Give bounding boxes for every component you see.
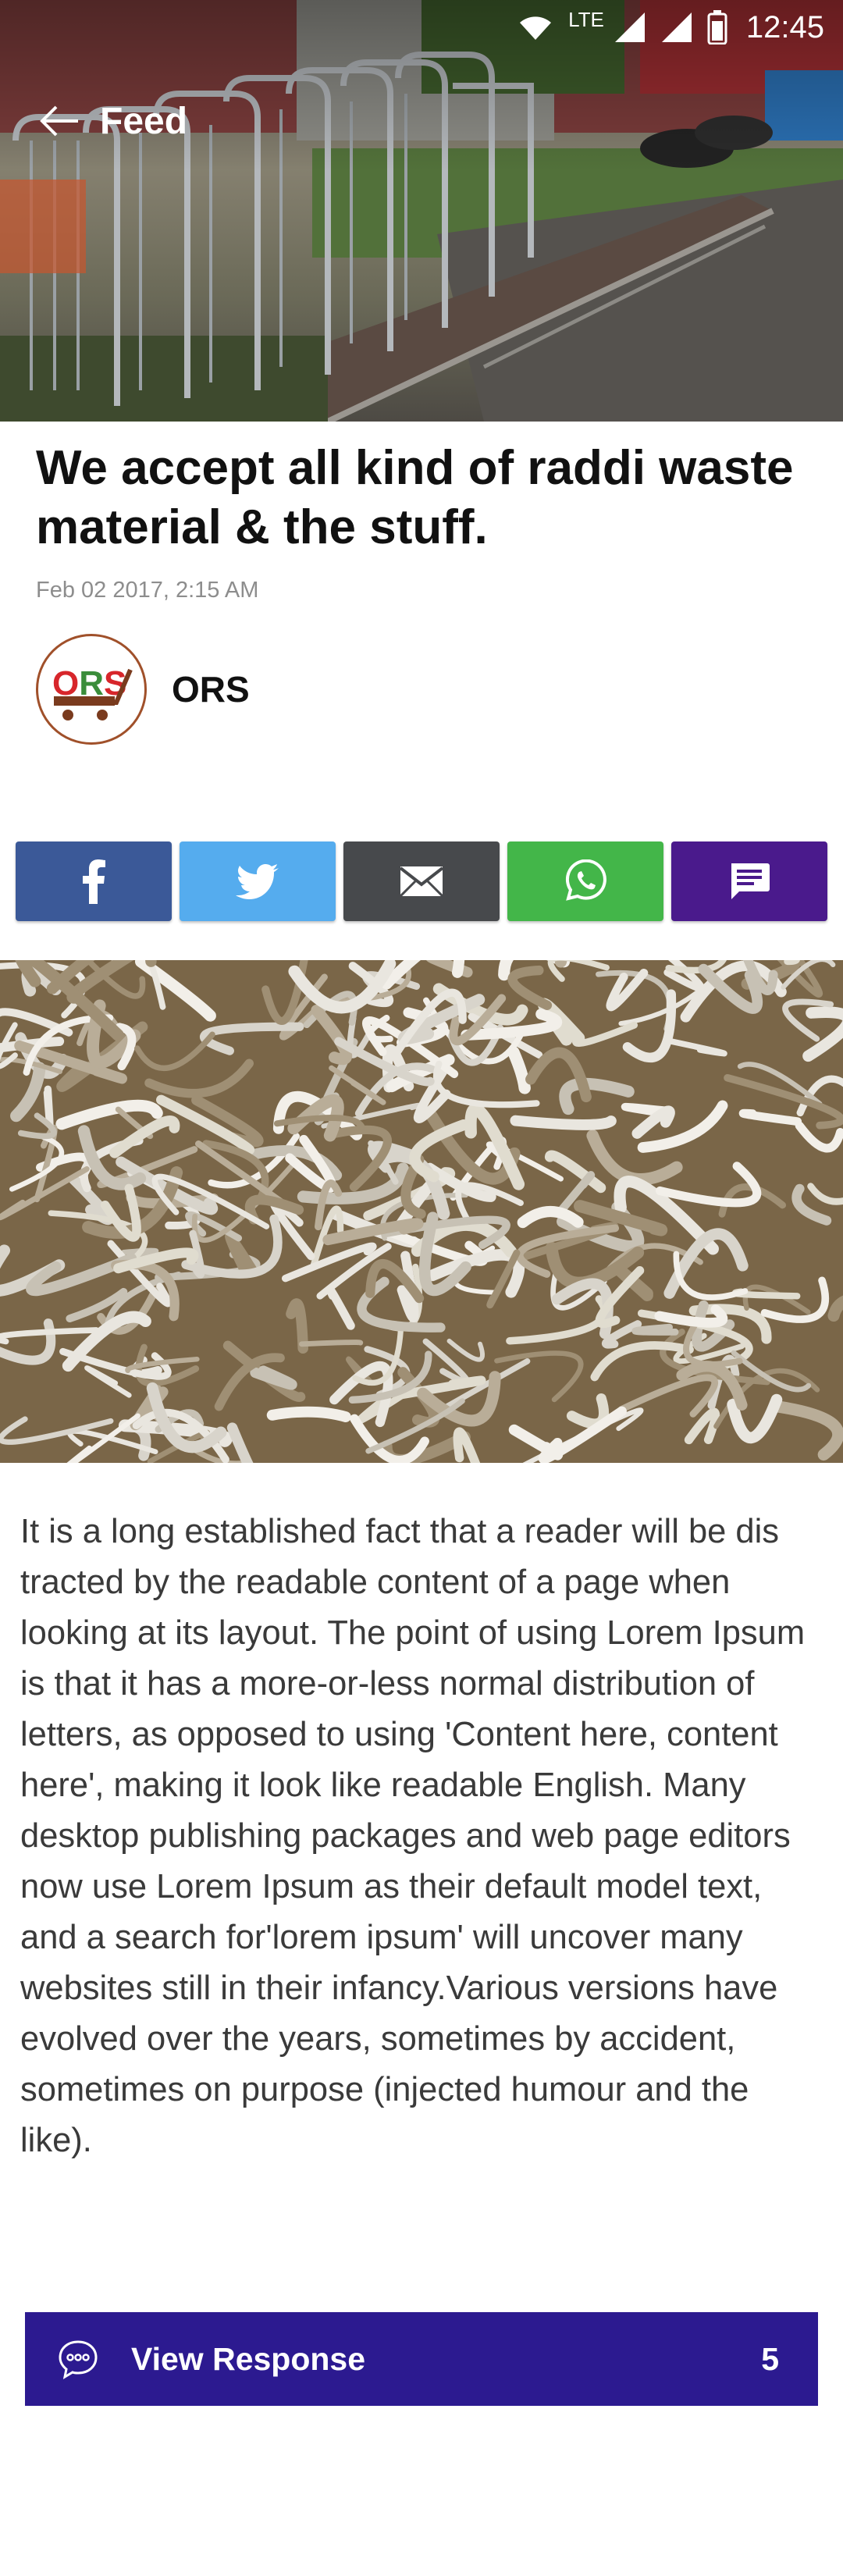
paper-shred: [510, 1115, 617, 1130]
facebook-icon: [83, 859, 105, 904]
app-bar-title: Feed: [100, 100, 188, 142]
paper-shred: [631, 1323, 679, 1336]
article-image: [0, 960, 843, 1463]
view-response-button[interactable]: View Response 5: [25, 2312, 818, 2406]
paper-shred: [43, 1085, 54, 1129]
ors-logo: ORS: [52, 664, 133, 720]
whatsapp-share-button[interactable]: [507, 841, 663, 921]
article-body: It is a long established fact that a rea…: [20, 1513, 806, 2159]
network-type-label: LTE: [568, 7, 604, 31]
wifi-icon: [520, 16, 552, 40]
view-response-label: View Response: [131, 2340, 366, 2377]
battery-icon: [707, 10, 727, 44]
twitter-share-button[interactable]: [180, 841, 336, 921]
response-count: 5: [761, 2340, 779, 2377]
message-share-button[interactable]: [671, 841, 827, 921]
author-row[interactable]: ORS ORS: [36, 634, 250, 745]
signal-icon-2: [661, 12, 692, 42]
facebook-share-button[interactable]: [16, 841, 172, 921]
clock-label: 12:45: [745, 9, 824, 44]
message-icon: [731, 863, 770, 899]
twitter-icon: [236, 864, 279, 899]
shredded-paper-image: [0, 960, 843, 1463]
whatsapp-icon: [566, 859, 606, 901]
paper-shred: [266, 1406, 351, 1422]
email-share-button[interactable]: [343, 841, 500, 921]
email-icon: [400, 866, 443, 897]
signal-icon: [614, 12, 645, 42]
back-button[interactable]: [23, 86, 94, 156]
author-name[interactable]: ORS: [172, 668, 250, 710]
status-bar: LTE 12:45: [517, 0, 843, 55]
paper-shred: [299, 1340, 364, 1347]
hero-image: LTE 12:45 Feed: [0, 0, 843, 422]
article-headline: We accept all kind of raddi waste materi…: [36, 441, 794, 554]
article-date: Feb 02 2017, 2:15 AM: [36, 578, 259, 603]
app-bar: Feed: [0, 86, 187, 156]
avatar[interactable]: ORS: [36, 634, 147, 745]
chat-bubble-icon: [59, 2340, 98, 2380]
share-bar: [16, 841, 827, 921]
arrow-back-icon: [40, 105, 78, 137]
